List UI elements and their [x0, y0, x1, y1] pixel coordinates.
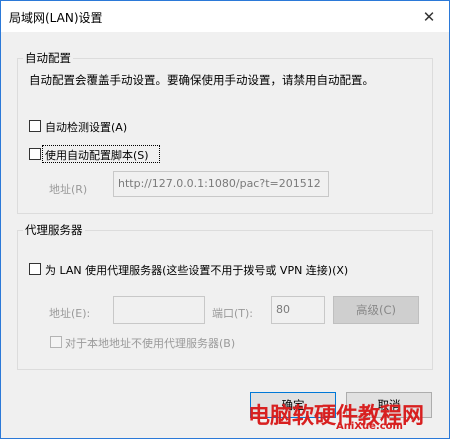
proxy-port-field[interactable]: 80: [271, 296, 325, 324]
advanced-button-label: 高级(C): [355, 303, 396, 317]
close-button[interactable]: ✕: [409, 1, 449, 32]
use-script-label[interactable]: 使用自动配置脚本(S): [45, 147, 149, 163]
auto-detect-label[interactable]: 自动检测设置(A): [45, 119, 127, 135]
script-address-field[interactable]: http://127.0.0.1:1080/pac?t=201512: [113, 171, 329, 197]
use-proxy-label[interactable]: 为 LAN 使用代理服务器(这些设置不用于拨号或 VPN 连接)(X): [45, 262, 348, 278]
proxy-group-label: 代理服务器: [23, 222, 85, 238]
script-address-label: 地址(R): [49, 183, 88, 196]
proxy-address-label: 地址(E):: [49, 307, 91, 320]
proxy-address-field[interactable]: [113, 296, 205, 324]
auto-detect-checkbox[interactable]: [29, 120, 41, 132]
bypass-local-checkbox[interactable]: [50, 336, 62, 348]
advanced-button[interactable]: 高级(C): [333, 296, 419, 324]
use-proxy-checkbox[interactable]: [29, 263, 41, 275]
watermark-url: AniXue.com: [336, 421, 403, 432]
proxy-port-label: 端口(T):: [212, 307, 254, 320]
dialog-title: 局域网(LAN)设置: [9, 11, 103, 25]
use-script-checkbox[interactable]: [29, 148, 41, 160]
lan-settings-dialog: 局域网(LAN)设置 ✕ 自动配置 自动配置会覆盖手动设置。要确保使用手动设置，…: [0, 0, 450, 439]
auto-config-description: 自动配置会覆盖手动设置。要确保使用手动设置，请禁用自动配置。: [29, 73, 374, 87]
title-bar: 局域网(LAN)设置 ✕: [1, 1, 449, 32]
bypass-local-label: 对于本地地址不使用代理服务器(B): [65, 337, 236, 350]
auto-config-group-label: 自动配置: [23, 50, 73, 66]
close-icon: ✕: [422, 7, 436, 26]
